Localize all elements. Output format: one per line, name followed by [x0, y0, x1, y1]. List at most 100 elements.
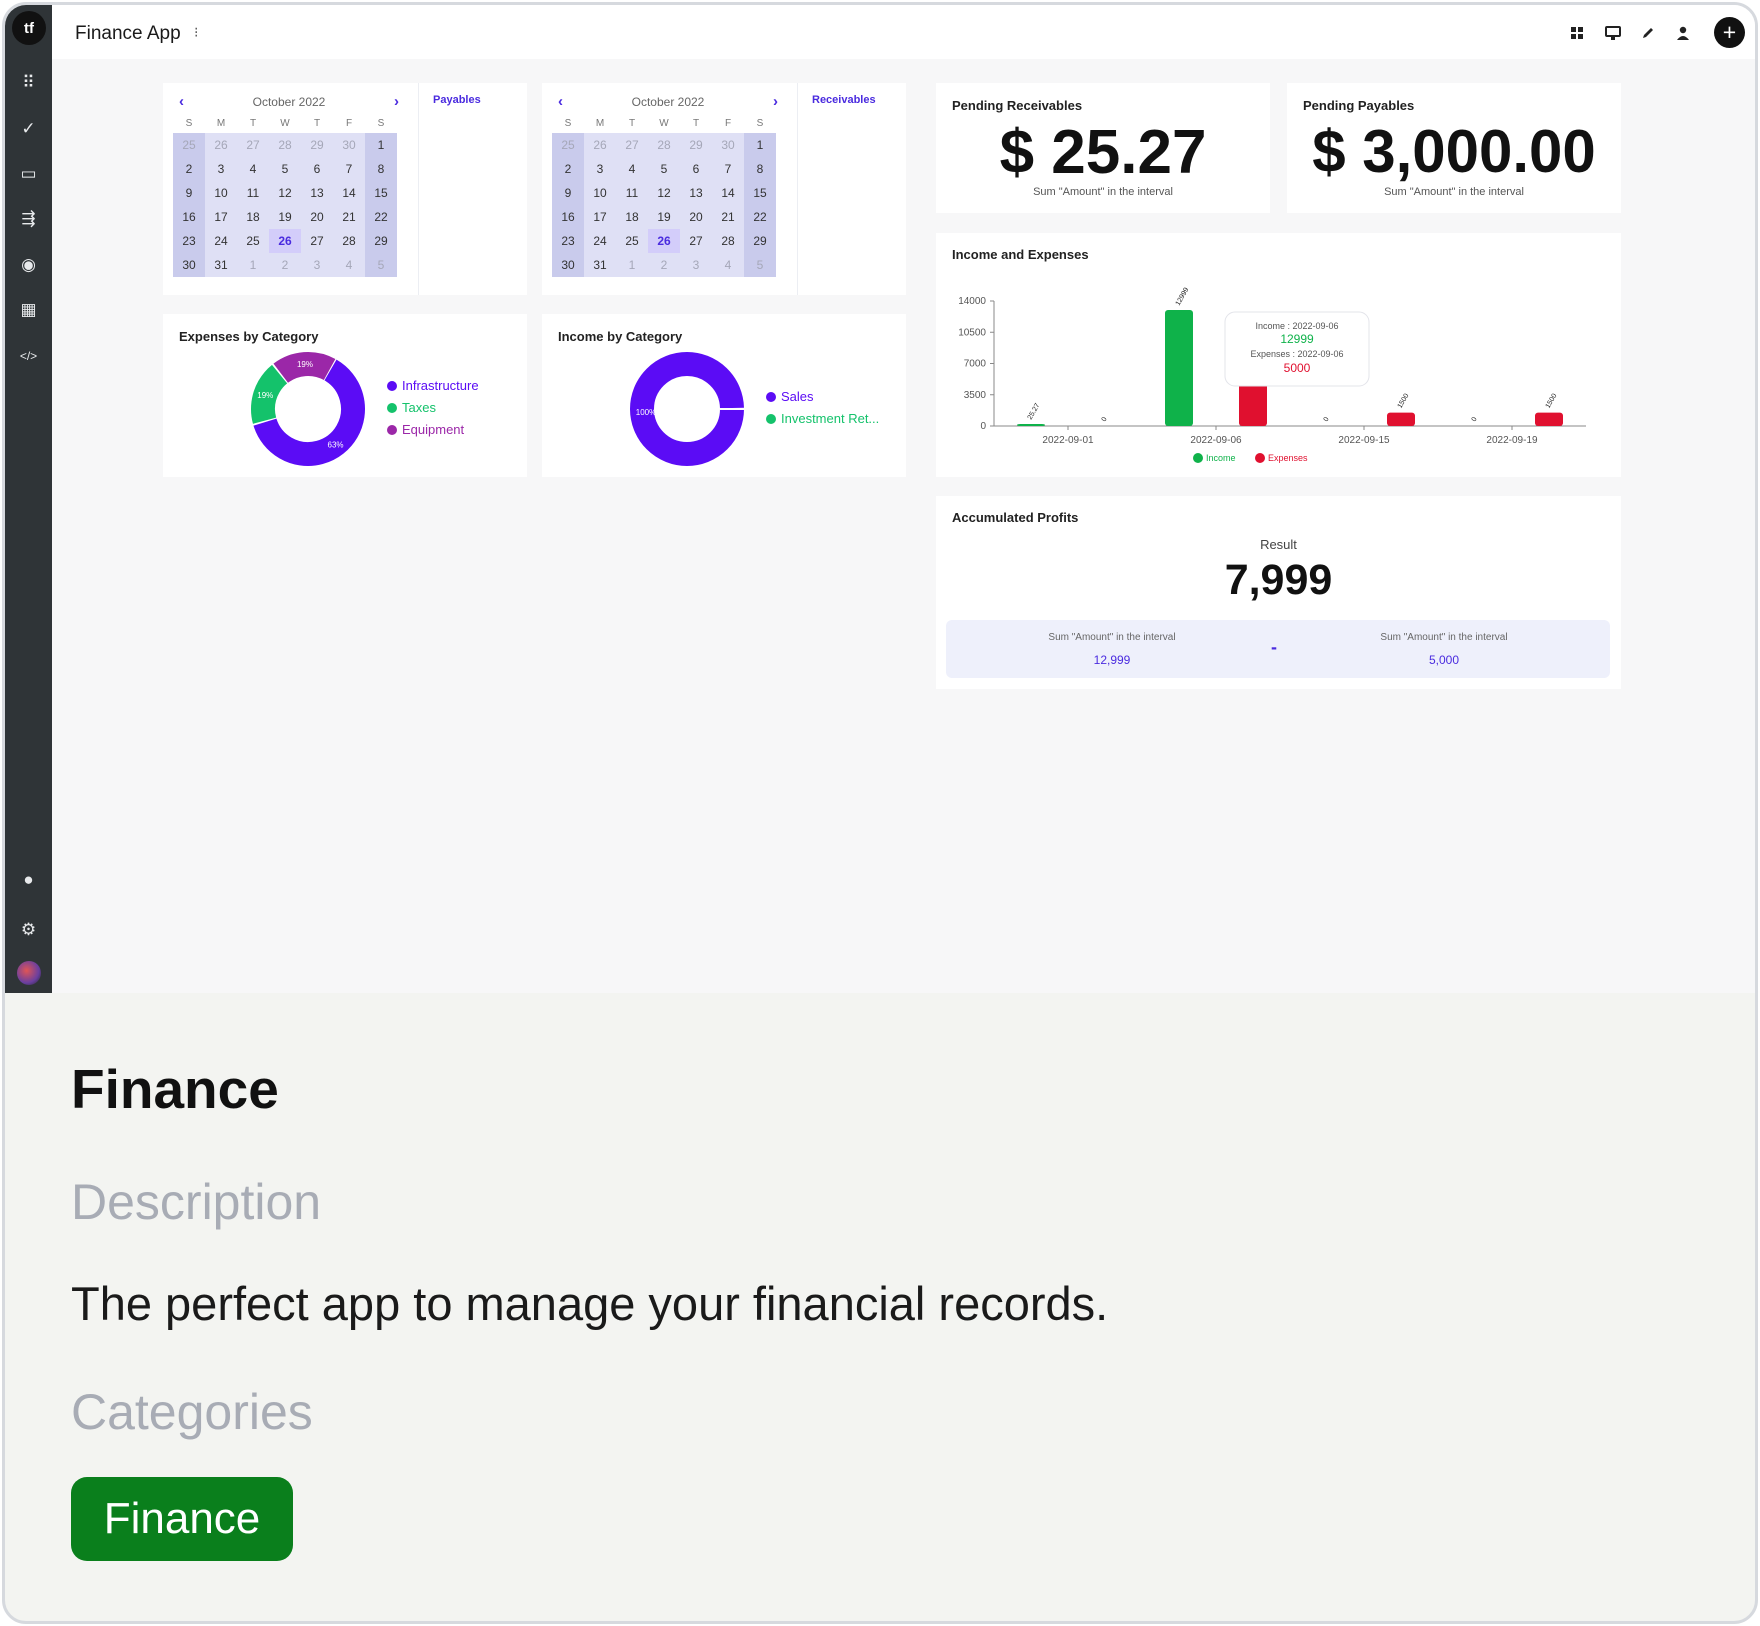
layout-icon[interactable]: ▦ — [15, 296, 42, 323]
calendar-day[interactable]: 16 — [552, 205, 584, 229]
calendar-day[interactable]: 1 — [237, 253, 269, 277]
add-icon[interactable]: + — [1714, 17, 1745, 48]
calendar-day[interactable]: 26 — [648, 229, 680, 253]
calendar-day[interactable]: 19 — [648, 205, 680, 229]
calendar-day[interactable]: 25 — [237, 229, 269, 253]
calendar-day[interactable]: 12 — [648, 181, 680, 205]
legend-item[interactable]: Sales — [766, 389, 814, 404]
calendar-day[interactable]: 19 — [269, 205, 301, 229]
calendar-day[interactable]: 5 — [648, 157, 680, 181]
monitor-icon[interactable] — [1602, 22, 1624, 44]
bar-income[interactable] — [1017, 424, 1045, 426]
prev-month-icon[interactable]: ‹ — [558, 93, 563, 110]
calendar-day[interactable]: 11 — [237, 181, 269, 205]
calendar-day[interactable]: 7 — [333, 157, 365, 181]
calendar-day[interactable]: 14 — [712, 181, 744, 205]
next-month-icon[interactable]: › — [394, 93, 399, 110]
calendar-day[interactable]: 27 — [301, 229, 333, 253]
calendar-day[interactable]: 15 — [744, 181, 776, 205]
calendar-day[interactable]: 13 — [301, 181, 333, 205]
calendar-day[interactable]: 8 — [744, 157, 776, 181]
calendar-day[interactable]: 6 — [301, 157, 333, 181]
calendar-day[interactable]: 16 — [173, 205, 205, 229]
calendar-day[interactable]: 25 — [173, 133, 205, 157]
calendar-day[interactable]: 17 — [205, 205, 237, 229]
calendar-day[interactable]: 2 — [269, 253, 301, 277]
calendar-day[interactable]: 17 — [584, 205, 616, 229]
calendar-day[interactable]: 3 — [680, 253, 712, 277]
calendar-day[interactable]: 29 — [744, 229, 776, 253]
pencil-icon[interactable] — [1637, 22, 1659, 44]
calendar-day[interactable]: 26 — [269, 229, 301, 253]
grid-icon[interactable] — [1566, 22, 1588, 44]
calendar-day[interactable]: 2 — [648, 253, 680, 277]
calendar-day[interactable]: 12 — [269, 181, 301, 205]
prev-month-icon[interactable]: ‹ — [179, 93, 184, 110]
calendar-day[interactable]: 10 — [205, 181, 237, 205]
calendar-day[interactable]: 23 — [173, 229, 205, 253]
calendar-day[interactable]: 28 — [648, 133, 680, 157]
calendar-day[interactable]: 31 — [205, 253, 237, 277]
calendar-day[interactable]: 31 — [584, 253, 616, 277]
calendar-day[interactable]: 30 — [712, 133, 744, 157]
code-icon[interactable]: </> — [15, 342, 42, 369]
bar-income[interactable] — [1165, 309, 1193, 426]
calendar-day[interactable]: 4 — [712, 253, 744, 277]
calendar-day[interactable]: 8 — [365, 157, 397, 181]
user-icon[interactable] — [1672, 22, 1694, 44]
apps-grid-icon[interactable]: ⠿ — [15, 69, 42, 96]
legend-item[interactable]: Taxes — [387, 400, 436, 415]
category-tag[interactable]: Finance — [71, 1477, 293, 1561]
calendar-day[interactable]: 15 — [365, 181, 397, 205]
bar-expenses[interactable] — [1535, 412, 1563, 426]
calendar-day[interactable]: 26 — [584, 133, 616, 157]
calendar-day[interactable]: 30 — [552, 253, 584, 277]
calendar-day[interactable]: 18 — [237, 205, 269, 229]
settings-icon[interactable]: ⚙ — [15, 916, 42, 943]
calendar-day[interactable]: 29 — [365, 229, 397, 253]
payables-link[interactable]: Payables — [433, 94, 481, 106]
calendar-day[interactable]: 29 — [301, 133, 333, 157]
calendar-day[interactable]: 24 — [205, 229, 237, 253]
calendar-day[interactable]: 3 — [301, 253, 333, 277]
calendar-day[interactable]: 20 — [301, 205, 333, 229]
legend-item[interactable]: Investment Ret... — [766, 411, 879, 426]
calendar-day[interactable]: 30 — [173, 253, 205, 277]
calendar-day[interactable]: 26 — [205, 133, 237, 157]
calendar-day[interactable]: 10 — [584, 181, 616, 205]
calendar-day[interactable]: 27 — [680, 229, 712, 253]
calendar-day[interactable]: 27 — [237, 133, 269, 157]
calendar-day[interactable]: 20 — [680, 205, 712, 229]
calendar-day[interactable]: 9 — [173, 181, 205, 205]
calendar-day[interactable]: 3 — [205, 157, 237, 181]
chat-icon[interactable]: ▭ — [15, 160, 42, 187]
calendar-day[interactable]: 30 — [333, 133, 365, 157]
calendar-day[interactable]: 7 — [712, 157, 744, 181]
calendar-day[interactable]: 28 — [269, 133, 301, 157]
calendar-day[interactable]: 29 — [680, 133, 712, 157]
calendar-day[interactable]: 6 — [680, 157, 712, 181]
calendar-day[interactable]: 23 — [552, 229, 584, 253]
legend-item[interactable]: Infrastructure — [387, 378, 479, 393]
calendar-day[interactable]: 13 — [680, 181, 712, 205]
calendar-day[interactable]: 2 — [552, 157, 584, 181]
calendar-day[interactable]: 25 — [552, 133, 584, 157]
calendar-day[interactable]: 18 — [616, 205, 648, 229]
calendar-day[interactable]: 21 — [333, 205, 365, 229]
logo-icon[interactable]: tf — [12, 11, 46, 45]
database-icon[interactable]: ◉ — [15, 251, 42, 278]
template-card[interactable]: tf ⠿ ✓ ▭ ⇶ ◉ ▦ </> ● ⚙ Finance App ⁝ + ‹… — [2, 2, 1758, 1624]
calendar-day[interactable]: 28 — [333, 229, 365, 253]
avatar[interactable] — [17, 961, 41, 985]
calendar-day[interactable]: 5 — [365, 253, 397, 277]
calendar-day[interactable]: 9 — [552, 181, 584, 205]
workflow-icon[interactable]: ⇶ — [15, 205, 42, 232]
calendar-day[interactable]: 5 — [744, 253, 776, 277]
app-title[interactable]: Finance App — [75, 23, 181, 45]
calendar-day[interactable]: 25 — [616, 229, 648, 253]
bar-expenses[interactable] — [1239, 381, 1267, 426]
receivables-link[interactable]: Receivables — [812, 94, 876, 106]
calendar-day[interactable]: 14 — [333, 181, 365, 205]
calendar-day[interactable]: 3 — [584, 157, 616, 181]
calendar-day[interactable]: 28 — [712, 229, 744, 253]
